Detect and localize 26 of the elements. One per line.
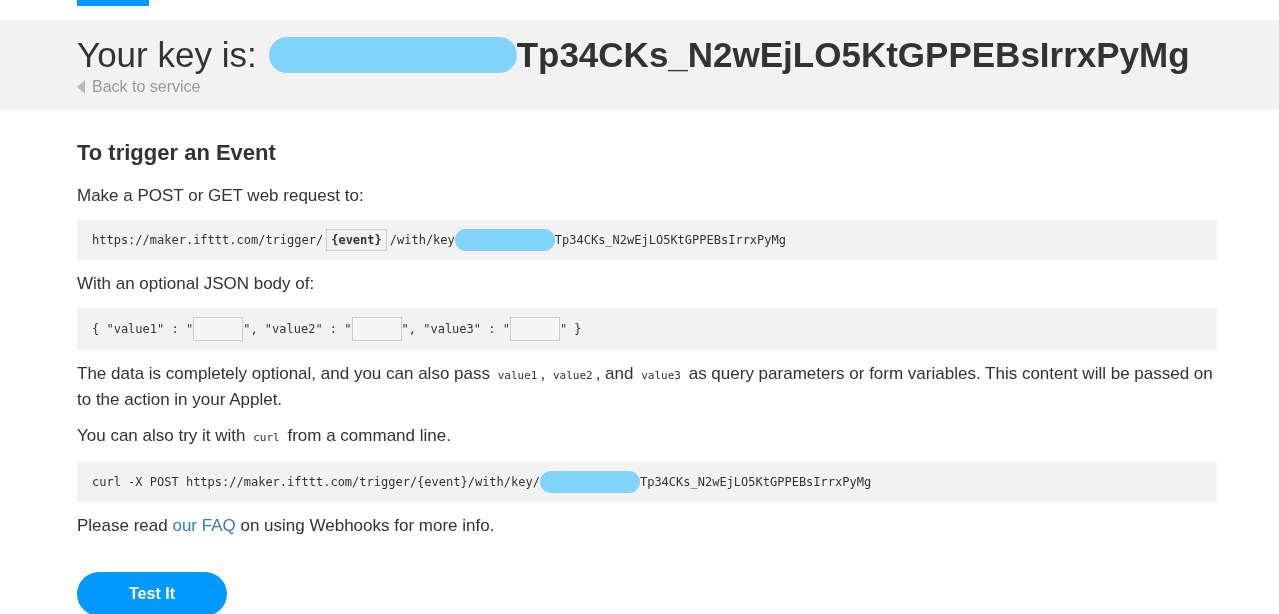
- paragraph: You can also try it with curl from a command line.: [77, 425, 452, 447]
- code-text: curl -X POST https://maker.ifttt.com/trigger/{event}/with/key/: [92, 475, 540, 489]
- code-text: " }: [559, 322, 582, 336]
- top-accent-bar: [77, 0, 149, 6]
- section-heading: To trigger an Event: [77, 140, 277, 166]
- caret-icon: [77, 80, 85, 94]
- code-text: Tp34CKs_N2wEjLO5KtGPPEBsIrrxPyMg: [639, 475, 872, 489]
- faq-link[interactable]: our FAQ: [172, 516, 236, 535]
- code-text: { "value1" : ": [92, 322, 194, 336]
- paragraph: Please read our FAQ on using Webhooks for more info.: [77, 515, 496, 537]
- back-link[interactable]: Back to service: [77, 78, 201, 96]
- paragraph: The data is completely optional, and you can also pass value1 , value2 , and value3 as query parameters or form variables. This content will be passed on to the action in your Applet.: [77, 363, 1214, 411]
- code-text: https://maker.ifttt.com/trigger/: [92, 233, 324, 247]
- paragraph: With an optional JSON body of:: [77, 273, 316, 295]
- event-field[interactable]: {event}: [326, 229, 387, 251]
- input-field[interactable]: [509, 317, 560, 341]
- code-text: Tp34CKs_N2wEjLO5KtGPPEBsIrrxPyMg: [554, 233, 786, 247]
- key-text: Tp34CKs_N2wEjLO5KtGPPEBsIrrxPyMg: [516, 34, 1190, 76]
- input-field[interactable]: [193, 317, 244, 341]
- test-button[interactable]: Test It: [77, 572, 227, 614]
- paragraph: Make a POST or GET web request to:: [77, 185, 365, 207]
- input-field[interactable]: [351, 317, 402, 341]
- code-text: /with/key: [389, 233, 455, 247]
- code-text: ", "value3" : ": [401, 322, 510, 336]
- title-label: Your key is:: [77, 34, 257, 76]
- code-text: ", "value2" : ": [243, 322, 352, 336]
